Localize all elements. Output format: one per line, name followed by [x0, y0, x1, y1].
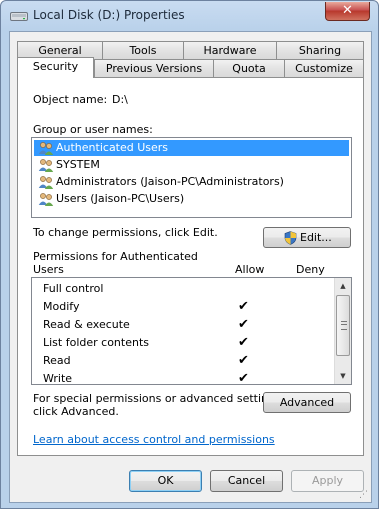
- properties-window: Local Disk (D:) Properties ✕ General Too…: [0, 0, 379, 509]
- tab-label: Security: [32, 60, 79, 73]
- tab-previous-versions[interactable]: Previous Versions: [94, 59, 214, 77]
- user-group-icon: [38, 193, 54, 206]
- tab-label: Sharing: [298, 44, 342, 57]
- ok-button[interactable]: OK: [129, 470, 202, 492]
- deny-column-header: Deny: [296, 263, 325, 276]
- tab-hardware[interactable]: Hardware: [183, 41, 277, 59]
- list-item-administrators[interactable]: Administrators (Jaison-PC\Administrators…: [34, 174, 349, 190]
- scroll-down-icon[interactable]: ▼: [335, 368, 351, 384]
- user-name: SYSTEM: [56, 158, 100, 171]
- permission-row: Write ✔: [33, 370, 340, 385]
- list-item-system[interactable]: SYSTEM: [34, 157, 349, 173]
- permission-name: Modify: [43, 300, 80, 313]
- tab-customize[interactable]: Customize: [284, 59, 364, 77]
- tab-sharing[interactable]: Sharing: [276, 41, 364, 59]
- object-name-label: Object name:: [33, 93, 108, 106]
- tab-label: General: [38, 44, 82, 57]
- tab-label: Previous Versions: [105, 62, 203, 75]
- tab-security[interactable]: Security: [17, 57, 94, 78]
- user-group-icon: [38, 142, 54, 155]
- user-list[interactable]: Authenticated Users SYSTEM Administrator…: [31, 137, 352, 218]
- list-item-users[interactable]: Users (Jaison-PC\Users): [34, 191, 349, 207]
- close-button[interactable]: ✕: [325, 2, 370, 21]
- permission-row: List folder contents ✔: [33, 334, 340, 352]
- permissions-header-line2: Users: [33, 263, 64, 276]
- resize-grip-icon[interactable]: ⋰: [359, 490, 369, 500]
- close-icon: ✕: [342, 3, 353, 18]
- permission-name: Read & execute: [43, 318, 130, 331]
- tab-label: Customize: [295, 62, 353, 75]
- apply-button[interactable]: Apply: [291, 470, 364, 492]
- group-user-label: Group or user names:: [33, 123, 153, 136]
- permission-row: Full control: [33, 280, 340, 298]
- allow-check-icon: ✔: [238, 335, 249, 350]
- window-title: Local Disk (D:) Properties: [33, 8, 185, 22]
- permission-name: Full control: [43, 282, 104, 295]
- allow-check-icon: ✔: [238, 299, 249, 314]
- advanced-text-line2: click Advanced.: [33, 405, 119, 418]
- allow-check-icon: ✔: [238, 371, 249, 385]
- user-name: Administrators (Jaison-PC\Administrators…: [56, 175, 284, 188]
- edit-button-label: Edit...: [300, 231, 332, 244]
- scroll-thumb[interactable]: [336, 295, 350, 356]
- edit-button[interactable]: Edit...: [263, 227, 351, 248]
- list-item-authenticated-users[interactable]: Authenticated Users: [34, 140, 349, 156]
- permission-name: Read: [43, 354, 71, 367]
- title-bar[interactable]: Local Disk (D:) Properties ✕: [1, 1, 378, 31]
- permission-row: Modify ✔: [33, 298, 340, 316]
- user-group-icon: [38, 159, 54, 172]
- user-group-icon: [38, 176, 54, 189]
- permission-row: Read & execute ✔: [33, 316, 340, 334]
- advanced-button[interactable]: Advanced: [263, 392, 351, 413]
- allow-column-header: Allow: [235, 263, 265, 276]
- security-tab-panel: Object name: D:\ Group or user names: Au…: [17, 77, 364, 456]
- permission-row: Read ✔: [33, 352, 340, 370]
- cancel-button[interactable]: Cancel: [210, 470, 283, 492]
- permissions-list[interactable]: Full control Modify ✔ Read & execute ✔ L…: [31, 277, 352, 385]
- user-name: Authenticated Users: [56, 141, 169, 154]
- tab-label: Tools: [129, 44, 157, 57]
- permission-name: List folder contents: [43, 336, 149, 349]
- learn-access-control-link[interactable]: Learn about access control and permissio…: [33, 433, 275, 446]
- change-permissions-text: To change permissions, click Edit.: [33, 226, 218, 239]
- scroll-up-icon[interactable]: ▲: [335, 278, 351, 294]
- allow-check-icon: ✔: [238, 317, 249, 332]
- permission-name: Write: [43, 372, 73, 385]
- tab-tools[interactable]: Tools: [102, 41, 184, 59]
- tab-label: Quota: [232, 62, 266, 75]
- user-name: Users (Jaison-PC\Users): [56, 192, 185, 205]
- allow-check-icon: ✔: [238, 353, 249, 368]
- advanced-text-line1: For special permissions or advanced sett…: [33, 392, 285, 405]
- uac-shield-icon: [284, 231, 297, 245]
- tab-quota[interactable]: Quota: [213, 59, 285, 77]
- tab-label: Hardware: [203, 44, 257, 57]
- drive-icon: [10, 12, 28, 21]
- permissions-scrollbar[interactable]: ▲ ▼: [334, 278, 351, 384]
- grip-icon: [341, 321, 347, 330]
- permissions-header-line1: Permissions for Authenticated: [33, 250, 198, 263]
- dialog-client-area: General Tools Hardware Sharing Security …: [9, 31, 372, 503]
- object-name-value: D:\: [112, 93, 128, 106]
